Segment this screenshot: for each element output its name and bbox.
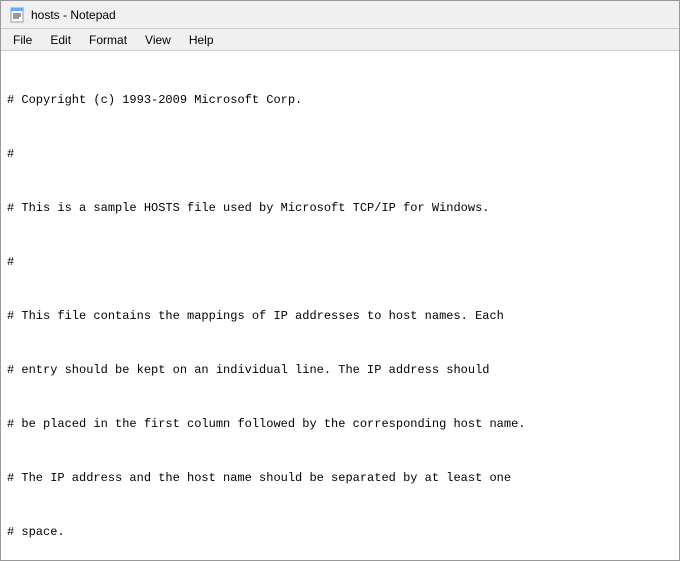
file-menu[interactable]: File bbox=[5, 31, 40, 49]
line-3: # This is a sample HOSTS file used by Mi… bbox=[7, 199, 673, 217]
window-title: hosts - Notepad bbox=[31, 8, 116, 22]
line-8: # The IP address and the host name shoul… bbox=[7, 469, 673, 487]
menu-bar: File Edit Format View Help bbox=[1, 29, 679, 51]
notepad-icon bbox=[9, 7, 25, 23]
notepad-window: hosts - Notepad File Edit Format View He… bbox=[0, 0, 680, 561]
line-7: # be placed in the first column followed… bbox=[7, 415, 673, 433]
format-menu[interactable]: Format bbox=[81, 31, 135, 49]
line-2: # bbox=[7, 145, 673, 163]
edit-menu[interactable]: Edit bbox=[42, 31, 79, 49]
view-menu[interactable]: View bbox=[137, 31, 179, 49]
help-menu[interactable]: Help bbox=[181, 31, 222, 49]
line-1: # Copyright (c) 1993-2009 Microsoft Corp… bbox=[7, 91, 673, 109]
line-5: # This file contains the mappings of IP … bbox=[7, 307, 673, 325]
text-editor[interactable]: # Copyright (c) 1993-2009 Microsoft Corp… bbox=[1, 51, 679, 560]
line-6: # entry should be kept on an individual … bbox=[7, 361, 673, 379]
title-bar: hosts - Notepad bbox=[1, 1, 679, 29]
line-4: # bbox=[7, 253, 673, 271]
text-body: # Copyright (c) 1993-2009 Microsoft Corp… bbox=[7, 55, 673, 560]
line-9: # space. bbox=[7, 523, 673, 541]
